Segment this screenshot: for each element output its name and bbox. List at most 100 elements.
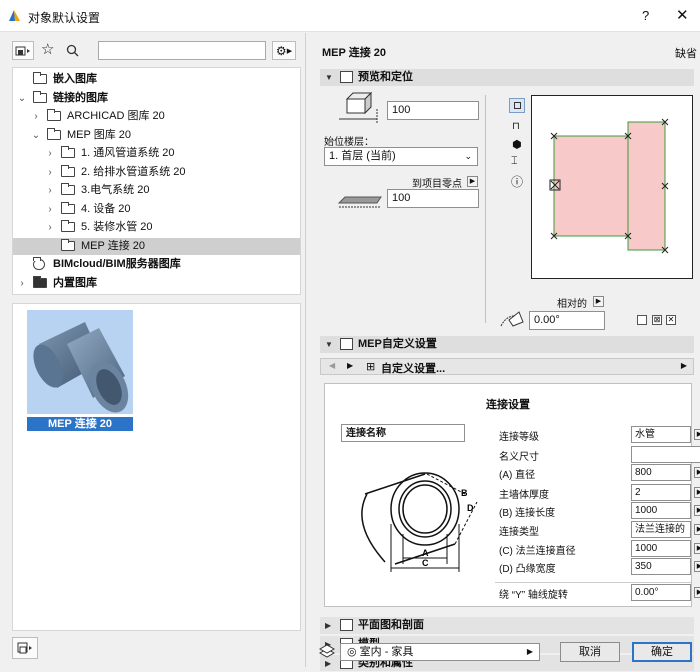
tree-item[interactable]: › 内置图库 <box>13 275 300 292</box>
connection-settings-title: 连接设置 <box>486 399 530 411</box>
tree-item[interactable]: ⌄ MEP 图库 20 <box>13 127 300 144</box>
chevron-right-icon[interactable]: › <box>45 145 55 162</box>
tree-item-label: ARCHICAD 图库 20 <box>67 110 165 122</box>
dimension-view-icon[interactable]: ⌶ <box>511 155 518 168</box>
connection-param-value[interactable]: 法兰连接的 <box>631 521 691 538</box>
tree-item-label: 3.电气系统 20 <box>81 184 150 196</box>
layer-select[interactable]: ◎ 室内 - 家具 ▶ <box>340 643 540 661</box>
connection-diagram: A C B D <box>361 472 478 572</box>
object-thumbnail[interactable] <box>27 310 133 414</box>
folder-icon <box>33 275 47 288</box>
mirror-x-icon[interactable]: ⊠ <box>652 315 662 325</box>
next-arrow-icon[interactable]: ▶ <box>347 361 353 370</box>
to-project-zero-toggle[interactable]: ▶ <box>467 176 478 187</box>
folder-icon <box>47 109 61 121</box>
prev-arrow-icon[interactable]: ◀ <box>329 361 335 370</box>
tree-item-label: 4. 设备 20 <box>81 202 131 215</box>
section-floorplan-section[interactable]: ▶ 平面图和剖面 <box>320 617 694 634</box>
connection-param-label: 连接等级 <box>499 432 539 443</box>
chevron-down-icon[interactable]: ⌄ <box>17 90 27 107</box>
ok-button[interactable]: 确定 <box>632 642 692 662</box>
param-menu-button[interactable]: ▶ <box>694 561 700 572</box>
connection-param-value[interactable] <box>631 446 700 463</box>
plan-view-button[interactable] <box>509 98 525 113</box>
tree-item-label: 1. 通风管道系统 20 <box>81 147 175 159</box>
settings-menu-button[interactable]: ⚙ ▶ <box>272 41 296 60</box>
tree-item[interactable]: ⌄ 链接的图库 <box>13 90 300 107</box>
param-menu-button[interactable]: ▶ <box>694 505 700 516</box>
help-button[interactable]: ? <box>642 8 649 23</box>
connection-param-value[interactable]: 1000 <box>631 540 691 557</box>
object-height-icon <box>339 91 378 123</box>
tree-item[interactable]: › 5. 装修水管 20 <box>13 219 300 236</box>
settings-panel: MEP 连接 20 缺省 ▼ 预览和定位 100 始位楼层： 1. 首层 (当前… <box>307 33 700 671</box>
mirror-checkbox[interactable] <box>637 315 647 325</box>
cancel-button[interactable]: 取消 <box>560 642 620 662</box>
param-menu-button[interactable]: ▶ <box>694 543 700 554</box>
connection-param-value[interactable]: 水管 <box>631 426 691 443</box>
chevron-right-icon: ▶ <box>680 361 687 370</box>
connection-param-value[interactable]: 350 <box>631 558 691 575</box>
param-menu-button[interactable]: ▶ <box>694 467 700 478</box>
param-menu-button[interactable]: ▶ <box>694 487 700 498</box>
connection-param-value[interactable]: 800 <box>631 464 691 481</box>
chevron-right-icon[interactable]: › <box>45 182 55 199</box>
custom-settings-bar[interactable]: ◀ ▶ ⊞ 自定义设置... ▶ <box>320 358 694 375</box>
connection-param-label: 绕 “Y” 轴线旋转 <box>499 590 568 601</box>
object-thumbnail-label[interactable]: MEP 连接 20 <box>27 417 133 431</box>
relative-toggle[interactable]: ▶ <box>593 296 604 307</box>
tree-item[interactable]: BIMcloud/BIM服务器图库 <box>13 256 300 273</box>
tree-item-label: MEP 图库 20 <box>67 128 131 141</box>
tree-item[interactable]: › 2. 给排水管道系统 20 <box>13 164 300 181</box>
mirror-y-icon[interactable]: ✕ <box>666 315 676 325</box>
connection-settings-box: 连接设置 连接名称 A C B D 连接等级 水管 ▶ 名义尺寸 (A) 直径 … <box>324 383 700 607</box>
custom-settings-icon: ⊞ <box>366 361 376 373</box>
connection-param-value[interactable]: 2 <box>631 484 691 501</box>
offset-field[interactable]: 100 <box>387 189 479 208</box>
info-icon[interactable]: ⓘ <box>511 173 523 190</box>
connection-param-value[interactable]: 0.00° <box>631 584 691 601</box>
section-preview-positioning[interactable]: ▼ 预览和定位 <box>320 69 694 86</box>
tree-item[interactable]: › 1. 通风管道系统 20 <box>13 145 300 162</box>
chevron-right-icon[interactable]: › <box>31 108 41 125</box>
3d-view-icon[interactable]: ⬢ <box>512 138 522 151</box>
tree-item-label: BIMcloud/BIM服务器图库 <box>53 258 181 270</box>
cloud-library-icon <box>33 257 45 270</box>
tree-item[interactable]: › 4. 设备 20 <box>13 201 300 218</box>
chevron-right-icon[interactable]: › <box>17 275 27 292</box>
angle-field[interactable]: 0.00° <box>529 311 605 330</box>
chevron-right-icon[interactable]: › <box>45 201 55 218</box>
tree-item[interactable]: › ARCHICAD 图库 20 <box>13 108 300 125</box>
folder-icon <box>47 127 61 140</box>
app-icon <box>9 10 20 21</box>
tree-item[interactable]: MEP 连接 20 <box>13 237 300 255</box>
param-menu-button[interactable]: ▶ <box>694 524 700 535</box>
library-icon <box>33 72 47 84</box>
chevron-right-icon[interactable]: › <box>45 219 55 236</box>
chevron-down-icon[interactable]: ⌄ <box>31 127 41 144</box>
tree-item[interactable]: › 3.电气系统 20 <box>13 182 300 199</box>
library-manager-button[interactable] <box>12 41 34 60</box>
favorites-star-icon[interactable]: ☆ <box>41 42 54 57</box>
param-menu-button[interactable]: ▶ <box>694 429 700 440</box>
height-field[interactable]: 100 <box>387 101 479 120</box>
connection-param-value[interactable]: 1000 <box>631 502 691 519</box>
section-view-icon[interactable]: ⊓ <box>512 121 520 132</box>
home-story-select[interactable]: 1. 首层 (当前) ⌄ <box>324 147 478 166</box>
divider <box>485 95 486 323</box>
tree-item[interactable]: 嵌入图库 <box>13 71 300 88</box>
chevron-right-icon[interactable]: › <box>45 164 55 181</box>
library-tree[interactable]: 嵌入图库 ⌄ 链接的图库 › ARCHICAD 图库 20 ⌄ MEP 图库 20 › 1. 通… <box>12 67 301 295</box>
folder-icon <box>61 164 75 177</box>
to-project-zero-label: 到项目零点 <box>412 179 462 190</box>
section-mep-custom[interactable]: ▼ MEP自定义设置 <box>320 336 694 353</box>
library-options-button[interactable] <box>12 637 38 659</box>
layer-icon <box>318 643 336 659</box>
connection-name-field[interactable]: 连接名称 <box>341 424 465 442</box>
search-input[interactable] <box>98 41 266 60</box>
object-name-header: MEP 连接 20 <box>322 47 386 59</box>
param-menu-button[interactable]: ▶ <box>694 587 700 598</box>
title-bar: 对象默认设置 ? ✕ <box>0 0 700 32</box>
search-icon[interactable] <box>66 44 79 57</box>
close-button[interactable]: ✕ <box>676 6 689 24</box>
